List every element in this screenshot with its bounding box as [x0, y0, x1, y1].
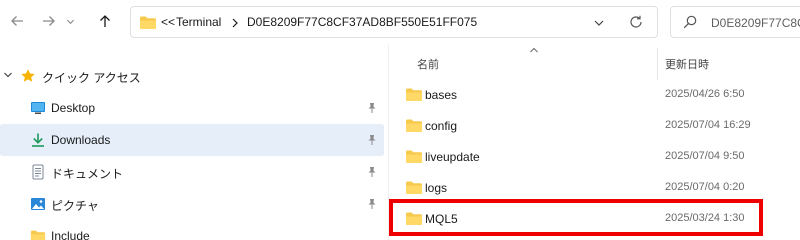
chevron-right-icon[interactable]: [230, 17, 240, 29]
up-button[interactable]: [90, 6, 120, 36]
file-name: liveupdate: [425, 150, 480, 164]
pictures-icon: [31, 198, 45, 210]
pin-icon[interactable]: [366, 134, 378, 146]
desktop-icon: [31, 102, 45, 114]
folder-icon: [406, 212, 422, 225]
file-row[interactable]: config 2025/07/04 16:29: [389, 111, 800, 141]
file-date: 2025/07/04 0:20: [665, 181, 745, 193]
sidebar-item-documents[interactable]: ドキュメント: [0, 156, 385, 188]
sidebar-item-quick-access[interactable]: クイック アクセス: [0, 60, 385, 92]
folder-icon: [406, 181, 422, 194]
forward-button[interactable]: [34, 6, 64, 36]
chevron-down-icon[interactable]: [592, 16, 606, 30]
file-name: bases: [425, 88, 458, 102]
folder-icon: [140, 16, 156, 29]
toolbar: << Terminal D0E8209F77C8CF37AD8BF550E51F…: [0, 0, 800, 44]
pin-icon[interactable]: [366, 198, 378, 210]
sidebar-item-label: Downloads: [51, 133, 111, 147]
file-date: 2025/07/04 16:29: [665, 119, 751, 131]
column-divider[interactable]: [657, 48, 658, 80]
pin-icon[interactable]: [366, 102, 378, 114]
sidebar-item-label: クイック アクセス: [42, 71, 141, 85]
file-name: MQL5: [425, 212, 458, 226]
arrow-left-icon: [11, 16, 23, 26]
sort-ascending-icon: [530, 47, 538, 53]
column-header: 名前 更新日時: [389, 44, 800, 80]
back-button[interactable]: [2, 6, 32, 36]
address-overflow-button[interactable]: <<: [161, 15, 175, 29]
folder-icon: [406, 150, 422, 163]
arrow-up-icon: [100, 15, 110, 27]
sidebar-item-include[interactable]: Include: [0, 220, 385, 240]
file-list: 名前 更新日時 bases 2025/04/26 6:50 config 202…: [389, 44, 800, 240]
breadcrumb-terminal[interactable]: Terminal: [176, 15, 221, 29]
pin-icon[interactable]: [366, 166, 378, 178]
file-date: 2025/04/26 6:50: [665, 88, 745, 100]
search-input[interactable]: D0E8209F77C8CF: [670, 6, 800, 38]
download-icon: [32, 133, 44, 147]
star-icon: [21, 69, 35, 82]
folder-icon: [30, 230, 46, 240]
chevron-down-icon: [66, 19, 74, 24]
sidebar-item-label: Include: [51, 229, 90, 240]
sidebar-item-label: ドキュメント: [51, 167, 124, 181]
search-icon: [683, 15, 697, 29]
file-row[interactable]: liveupdate 2025/07/04 9:50: [389, 142, 800, 172]
sidebar-item-label: ピクチャ: [51, 199, 99, 213]
file-date: 2025/07/04 9:50: [665, 150, 745, 162]
column-header-name[interactable]: 名前: [417, 56, 439, 72]
folder-icon: [406, 88, 422, 101]
file-name: config: [425, 119, 458, 133]
sidebar-item-desktop[interactable]: Desktop: [0, 92, 385, 124]
file-date: 2025/03/24 1:30: [665, 212, 745, 224]
folder-icon: [406, 119, 422, 132]
navigation-pane: クイック アクセス Desktop Downloads ドキュメント ピクチャ …: [0, 56, 388, 240]
address-bar[interactable]: << Terminal D0E8209F77C8CF37AD8BF550E51F…: [130, 6, 658, 38]
sidebar-item-pictures[interactable]: ピクチャ: [0, 188, 385, 220]
file-name: logs: [425, 181, 448, 195]
column-header-date[interactable]: 更新日時: [665, 56, 709, 72]
search-placeholder: D0E8209F77C8CF: [711, 16, 800, 30]
arrow-right-icon: [43, 16, 55, 26]
sidebar-item-label: Desktop: [51, 101, 96, 115]
file-row[interactable]: bases 2025/04/26 6:50: [389, 80, 800, 110]
document-icon: [32, 164, 44, 180]
breadcrumb-current-folder[interactable]: D0E8209F77C8CF37AD8BF550E51FF075: [247, 15, 477, 29]
sidebar-item-downloads[interactable]: Downloads: [0, 124, 384, 156]
recent-locations-button[interactable]: [62, 6, 78, 36]
refresh-icon[interactable]: [628, 14, 644, 30]
chevron-down-icon[interactable]: [2, 69, 14, 81]
file-row[interactable]: logs 2025/07/04 0:20: [389, 173, 800, 203]
file-row[interactable]: MQL5 2025/03/24 1:30: [389, 204, 800, 234]
